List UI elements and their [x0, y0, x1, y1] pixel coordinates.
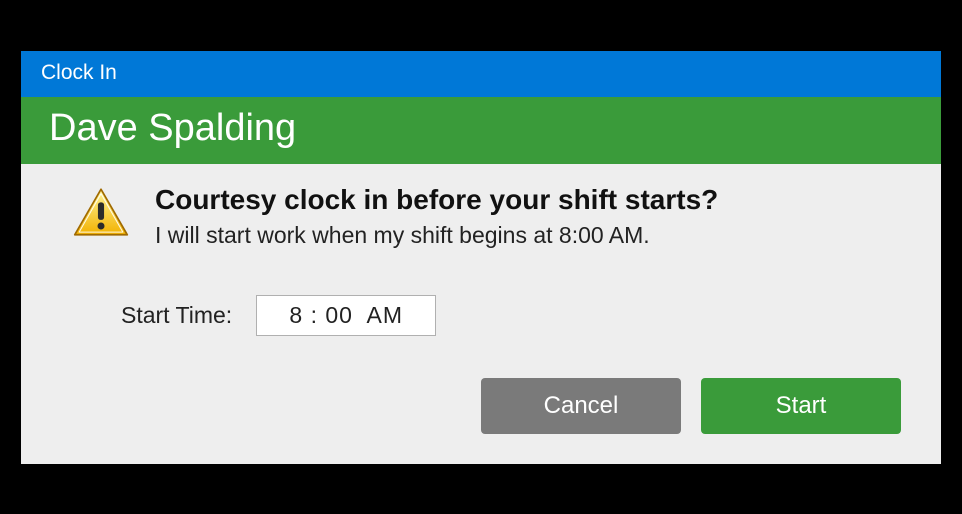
user-name: Dave Spalding — [49, 107, 296, 149]
start-time-input[interactable] — [256, 295, 436, 336]
clock-in-dialog: Clock In Dave Spalding — [21, 51, 941, 464]
titlebar: Clock In — [21, 51, 941, 97]
message-heading: Courtesy clock in before your shift star… — [155, 184, 911, 216]
message-text: Courtesy clock in before your shift star… — [155, 184, 911, 249]
message-row: Courtesy clock in before your shift star… — [51, 184, 911, 249]
start-time-row: Start Time: — [121, 295, 911, 336]
warning-icon — [71, 184, 131, 240]
window-title: Clock In — [41, 61, 117, 84]
button-row: Cancel Start — [51, 378, 911, 434]
message-body: I will start work when my shift begins a… — [155, 222, 911, 249]
content-area: Courtesy clock in before your shift star… — [21, 164, 941, 464]
user-header: Dave Spalding — [21, 97, 941, 164]
cancel-button[interactable]: Cancel — [481, 378, 681, 434]
start-button[interactable]: Start — [701, 378, 901, 434]
start-time-label: Start Time: — [121, 302, 232, 329]
